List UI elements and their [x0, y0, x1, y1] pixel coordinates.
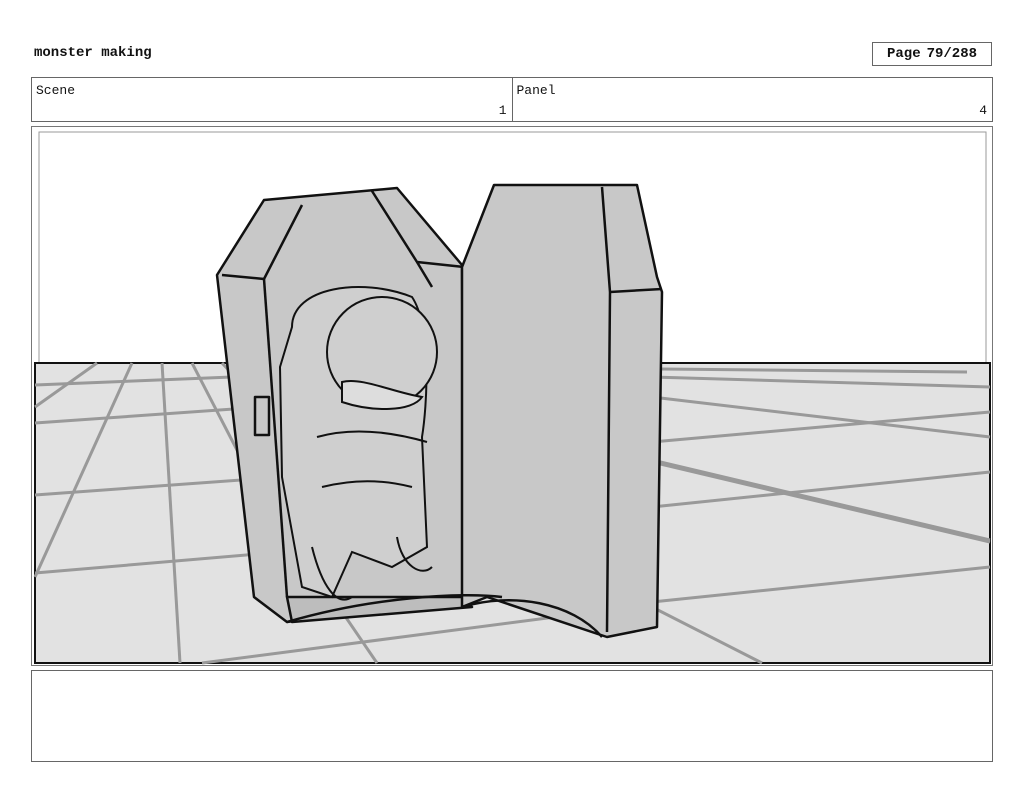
page-number: 79/288 [926, 46, 978, 62]
panel-number: 4 [979, 103, 987, 118]
storyboard-title: monster making [34, 45, 152, 61]
storyboard-frame [31, 126, 993, 666]
panel-cell: Panel 4 [511, 78, 993, 121]
page-indicator: Page 79/288 [872, 42, 992, 66]
crouching-figure [278, 286, 438, 601]
scene-panel-info: Scene 1 Panel 4 [31, 77, 993, 122]
scene-number: 1 [498, 103, 507, 118]
scene-cell: Scene 1 [32, 78, 512, 121]
page-label: Page [886, 46, 921, 62]
panel-label: Panel [516, 83, 556, 98]
scene-label: Scene [36, 83, 76, 98]
sketch-artwork [33, 131, 991, 665]
notes-area [31, 670, 993, 762]
